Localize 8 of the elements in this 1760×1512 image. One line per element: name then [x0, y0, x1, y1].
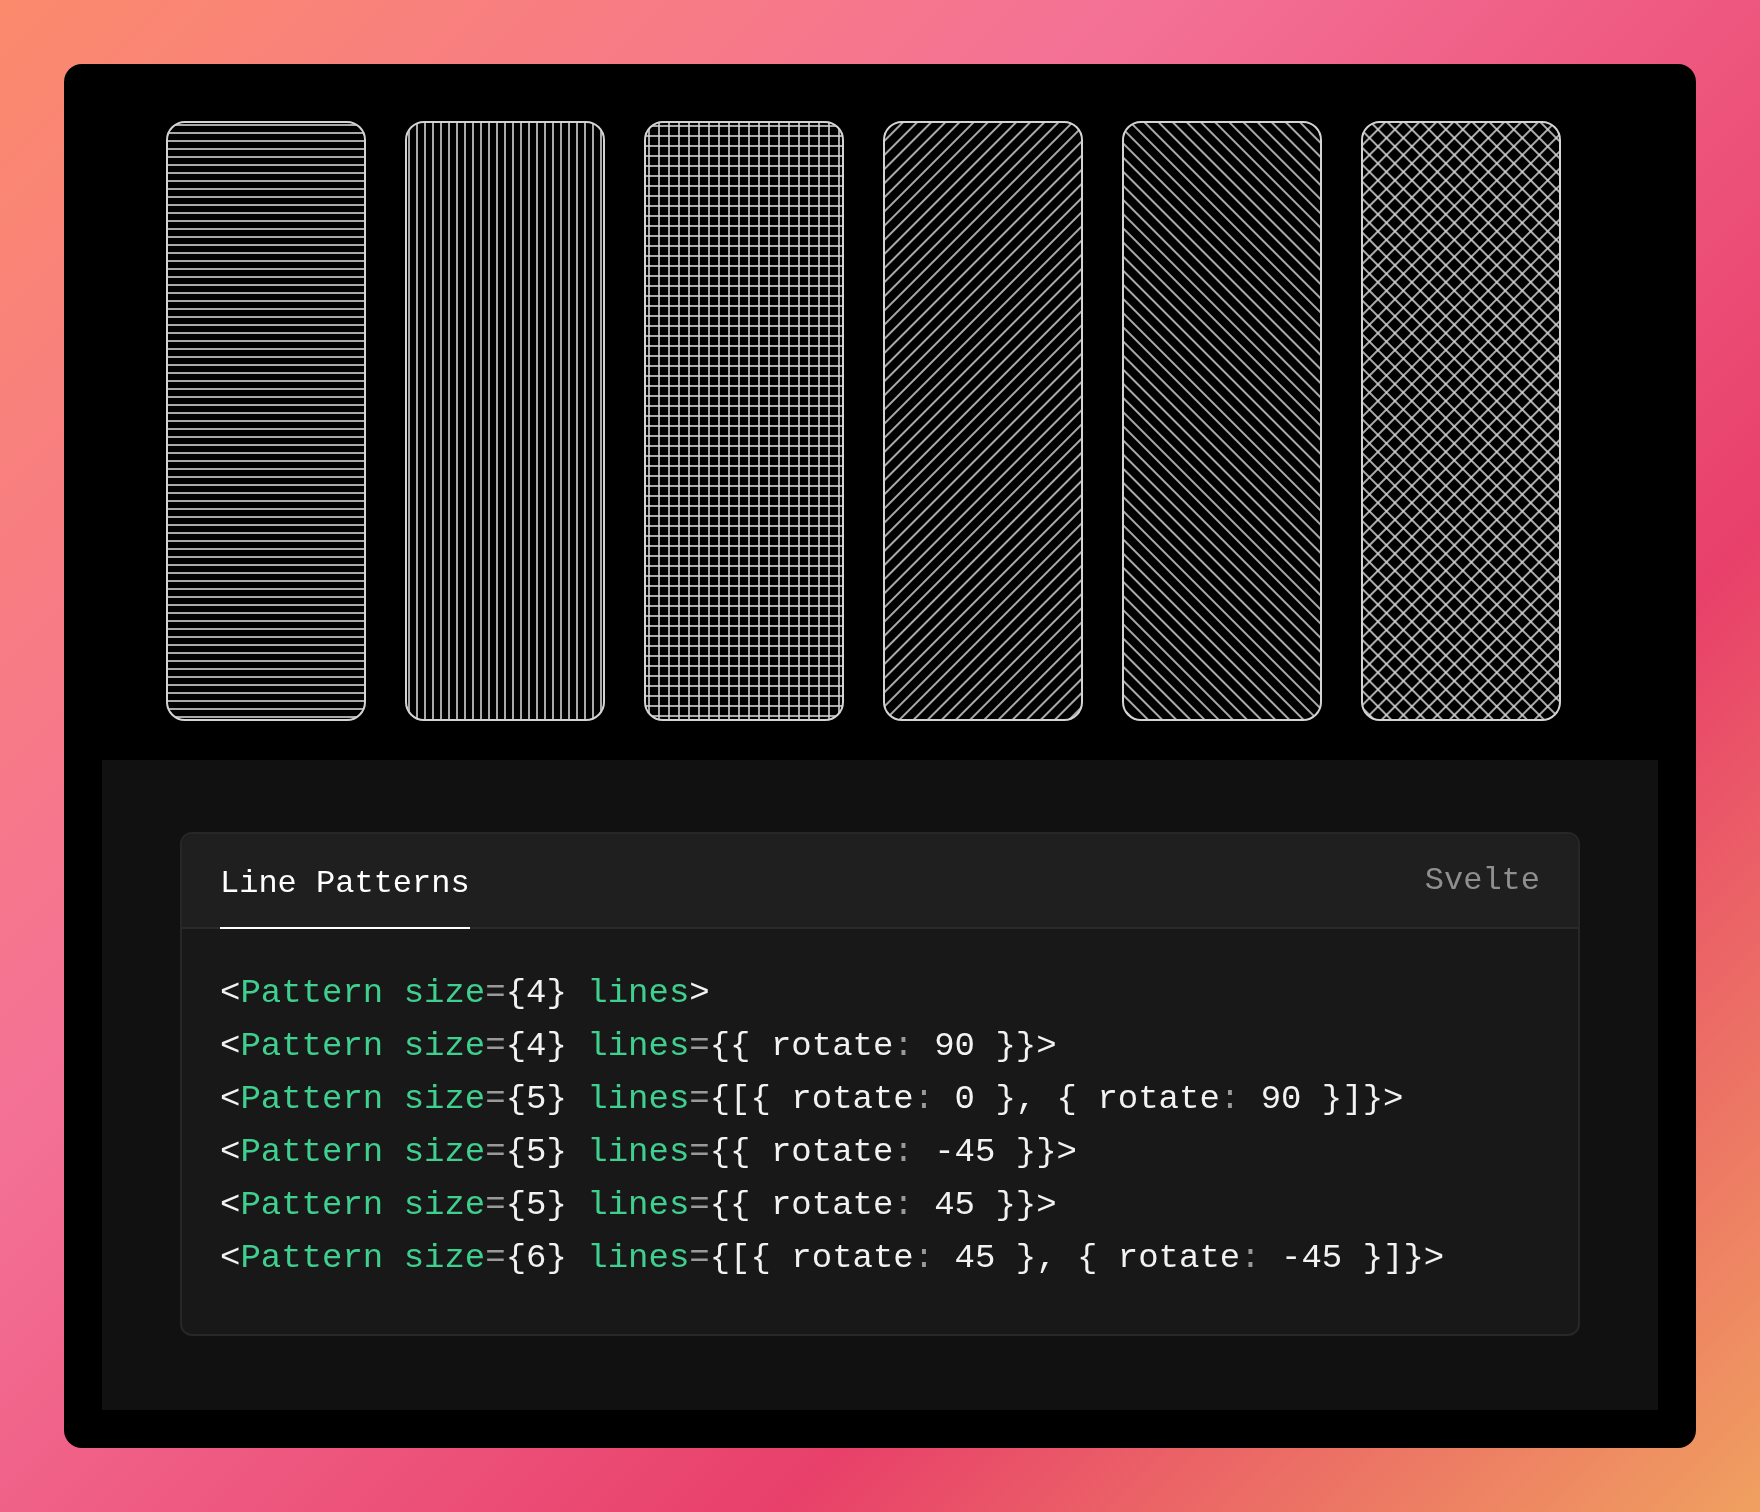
code-line: <Pattern size={4} lines> [220, 973, 710, 1014]
code-line: <Pattern size={4} lines={{ rotate: 90 }}> [220, 1026, 1057, 1067]
code-line: <Pattern size={5} lines={{ rotate: -45 }}> [220, 1132, 1077, 1173]
code-line: <Pattern size={5} lines={{ rotate: 45 }}> [220, 1185, 1057, 1226]
code-line: <Pattern size={6} lines={[{ rotate: 45 }, { rotate: -45 }]}> [220, 1238, 1445, 1279]
language-label: Svelte [1424, 860, 1540, 901]
code-tab[interactable]: Line Patterns [220, 834, 470, 929]
code-line: <Pattern size={5} lines={[{ rotate: 0 }, { rotate: 90 }]}> [220, 1079, 1404, 1120]
